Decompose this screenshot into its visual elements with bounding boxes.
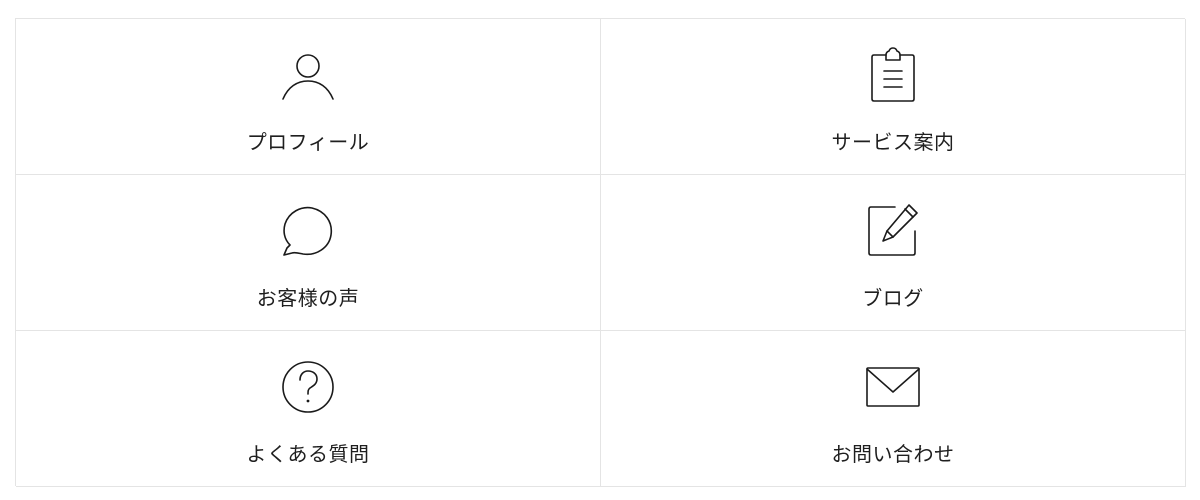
menu-item-label: お客様の声 [256,286,360,310]
menu-grid: プロフィール サービス案内 お客様の声 ブログ よくある質問 お問い合わせ [15,18,1186,487]
menu-item-label: お問い合わせ [831,442,955,466]
speech-bubble-icon [280,203,336,259]
menu-item-testimonials[interactable]: お客様の声 [16,175,601,331]
menu-item-faq[interactable]: よくある質問 [16,331,601,487]
menu-item-profile[interactable]: プロフィール [16,19,601,175]
clipboard-icon [865,47,921,103]
menu-item-services[interactable]: サービス案内 [601,19,1186,175]
menu-item-label: ブログ [862,286,924,310]
envelope-icon [865,359,921,415]
menu-item-label: よくある質問 [246,442,370,466]
person-icon [280,47,336,103]
question-circle-icon [280,359,336,415]
menu-item-blog[interactable]: ブログ [601,175,1186,331]
menu-item-label: プロフィール [246,130,370,154]
menu-item-label: サービス案内 [831,130,955,154]
menu-item-contact[interactable]: お問い合わせ [601,331,1186,487]
edit-pencil-icon [865,203,921,259]
